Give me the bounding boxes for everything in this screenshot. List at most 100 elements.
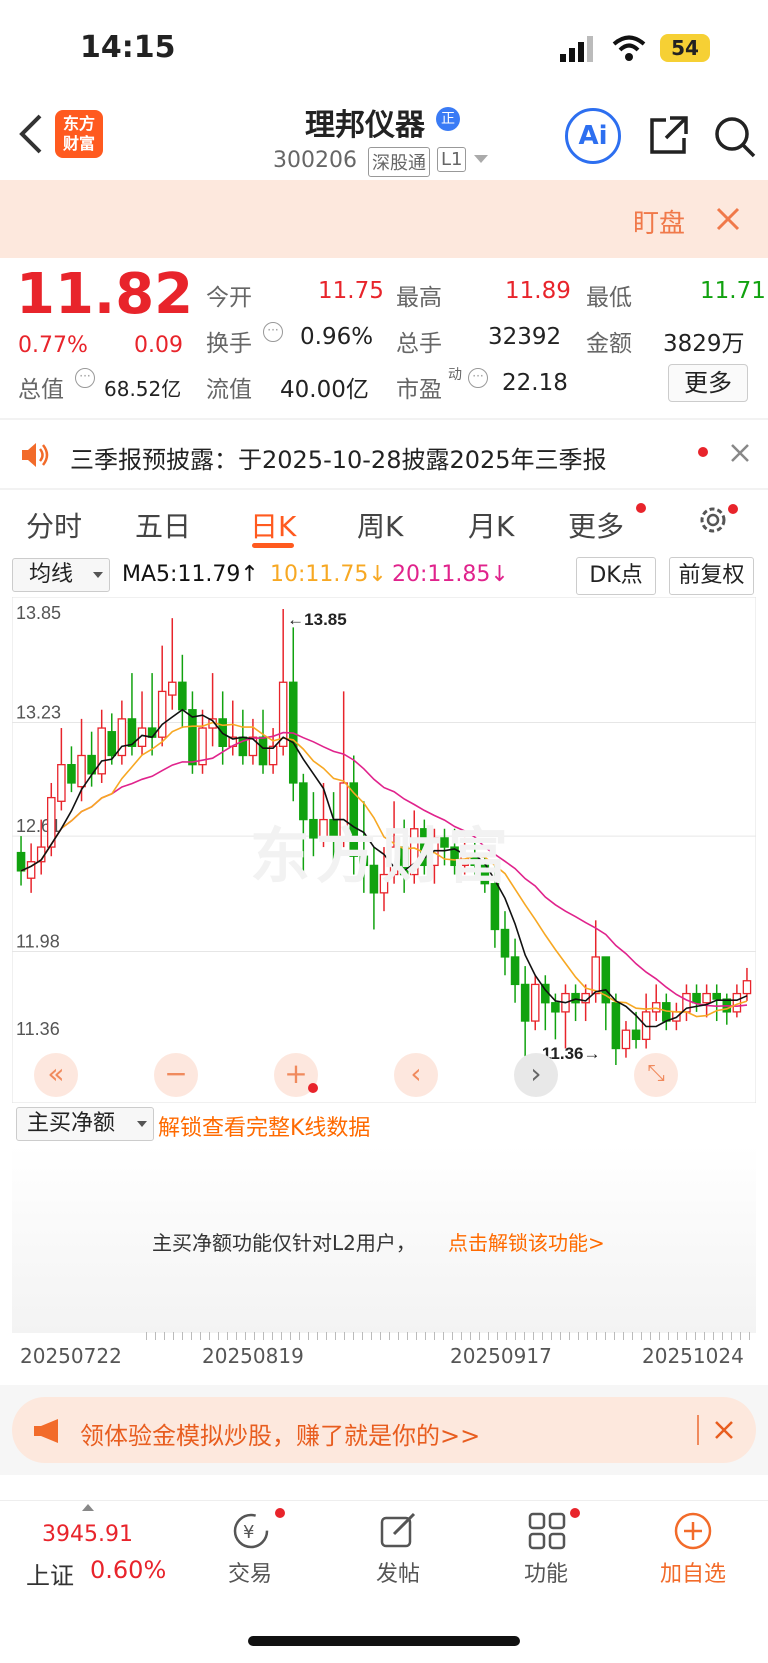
y-tick-label: 13.85: [16, 603, 61, 623]
info-icon[interactable]: ···: [263, 322, 283, 342]
fullscreen-button[interactable]: ⤡: [634, 1053, 678, 1097]
tab-more[interactable]: 更多: [568, 505, 624, 545]
signal-icon: [560, 36, 596, 66]
logo-text-top: 东方: [62, 114, 95, 133]
battery-level: 54: [671, 36, 699, 60]
candle-body: [692, 992, 701, 1004]
candle-body: [77, 754, 86, 788]
tag-level: L1: [437, 147, 467, 172]
promo-text[interactable]: 领体验金模拟炒股，赚了就是你的>>: [80, 1416, 480, 1451]
add-circle-icon[interactable]: [672, 1510, 714, 1556]
open-value: 11.75: [318, 278, 384, 304]
tab-active-indicator: [252, 543, 294, 548]
tab-monthly-k[interactable]: 月K: [468, 505, 514, 545]
nav-post[interactable]: 发帖: [328, 1556, 468, 1588]
compose-icon[interactable]: [378, 1510, 420, 1556]
stock-code: 300206: [273, 148, 357, 173]
indicator-message: 主买净额功能仅针对L2用户，: [152, 1231, 416, 1255]
candle-body: [147, 727, 157, 738]
unread-dot: [570, 1508, 580, 1518]
back-arrow-icon[interactable]: [16, 112, 46, 160]
unread-dot: [308, 1083, 318, 1093]
app-root: { "status_bar": {"time": "14:15", "batte…: [0, 0, 768, 1663]
divider: [697, 1415, 699, 1445]
share-icon[interactable]: [646, 114, 690, 162]
candle-body: [571, 992, 580, 1004]
notice-text[interactable]: 三季报预披露：于2025-10-28披露2025年三季报: [70, 440, 607, 475]
dk-label: DK点: [589, 563, 643, 588]
ai-label: Ai: [578, 121, 608, 151]
candle-body: [702, 992, 711, 1004]
tab-daily-k[interactable]: 日K: [250, 505, 296, 545]
status-time: 14:15: [80, 30, 176, 65]
volume-label: 总手: [396, 331, 442, 357]
tab-intraday[interactable]: 分时: [26, 505, 82, 545]
nav-trade[interactable]: 交易: [180, 1556, 320, 1588]
megaphone-icon: [32, 1417, 64, 1449]
unlock-kline-link[interactable]: 解锁查看完整K线数据: [158, 1110, 370, 1142]
unlock-feature-link[interactable]: 点击解锁该功能>: [448, 1227, 605, 1256]
close-icon[interactable]: [730, 443, 750, 467]
badge-text: 正: [441, 111, 455, 127]
tag-shenzhen-connect: 深股通: [368, 147, 430, 177]
amount-value: 3829万: [663, 331, 745, 357]
ma10-value: 10:11.75↓: [270, 562, 387, 587]
speaker-icon: [20, 440, 50, 474]
high-value: 11.89: [505, 278, 571, 304]
adjust-button[interactable]: 前复权: [669, 557, 754, 595]
divider: [0, 418, 768, 420]
home-indicator: [248, 1636, 520, 1646]
stock-name: 理邦仪器: [305, 108, 425, 143]
turnover-label: 换手: [206, 331, 252, 357]
trade-icon[interactable]: ¥: [230, 1510, 272, 1556]
candle-body: [551, 1002, 560, 1013]
indicator-select-label: 主买净额: [27, 1111, 116, 1136]
watch-label[interactable]: 盯盘: [633, 203, 685, 240]
unread-dot: [728, 504, 738, 514]
candle-body: [712, 992, 721, 1000]
tab-five-day[interactable]: 五日: [135, 505, 191, 545]
timeline-ticks: [146, 1332, 754, 1340]
scroll-right-button[interactable]: ›: [514, 1053, 558, 1097]
mktcap-value: 68.52亿: [104, 377, 182, 401]
scroll-left-button[interactable]: ‹: [394, 1053, 438, 1097]
candle-body: [178, 681, 187, 711]
info-icon[interactable]: ···: [75, 368, 95, 388]
x-tick: 20251024: [642, 1344, 744, 1368]
scroll-start-button[interactable]: «: [34, 1053, 78, 1097]
close-icon[interactable]: [716, 207, 740, 235]
candle-body: [510, 956, 520, 986]
tab-weekly-k[interactable]: 周K: [357, 505, 403, 545]
unread-dot: [275, 1508, 285, 1518]
zoom-out-button[interactable]: −: [154, 1053, 198, 1097]
info-icon[interactable]: ···: [468, 368, 488, 388]
index-value[interactable]: 3945.91: [42, 1522, 133, 1547]
more-button[interactable]: 更多: [668, 364, 748, 402]
candle-body: [67, 764, 76, 784]
divider: [0, 488, 768, 490]
nav-functions[interactable]: 功能: [476, 1556, 616, 1588]
mktcap-label: 总值: [18, 377, 64, 403]
dk-button[interactable]: DK点: [576, 557, 656, 595]
expand-up-icon[interactable]: [82, 1504, 94, 1511]
ma-select[interactable]: 均线: [12, 558, 110, 592]
nav-add-watchlist[interactable]: 加自选: [623, 1556, 763, 1588]
candle-body: [167, 681, 177, 696]
dropdown-triangle-icon[interactable]: [474, 155, 488, 163]
search-icon[interactable]: [712, 114, 758, 164]
wifi-icon: [612, 34, 646, 66]
max-price-label: ←13.85: [287, 610, 347, 629]
gear-icon[interactable]: [696, 503, 730, 541]
ai-button[interactable]: Ai: [565, 108, 621, 164]
dropdown-triangle-icon: [93, 572, 103, 578]
ma20-value: 20:11.85↓: [392, 562, 509, 587]
adjust-label: 前复权: [678, 563, 745, 588]
candle-body: [107, 731, 117, 757]
index-change[interactable]: 0.60%: [90, 1556, 166, 1584]
x-tick: 20250917: [450, 1344, 552, 1368]
close-icon[interactable]: [714, 1420, 734, 1444]
y-tick-label: 13.23: [16, 703, 61, 723]
indicator-select[interactable]: 主买净额: [16, 1107, 154, 1141]
index-name[interactable]: 上证: [26, 1556, 74, 1591]
grid-icon[interactable]: [526, 1510, 568, 1556]
